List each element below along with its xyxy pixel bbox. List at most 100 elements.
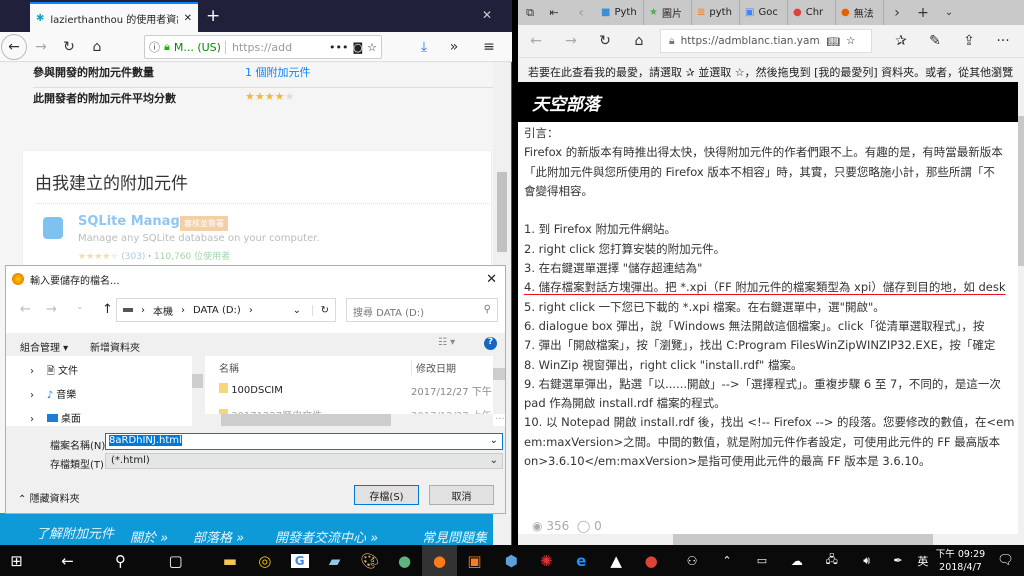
favorite-star-icon[interactable]: ☆ (846, 35, 855, 47)
ime-indicator[interactable]: 英 (912, 545, 934, 576)
footer-link[interactable]: 開發者交流中心 » (275, 527, 378, 546)
addon-count-link[interactable]: 1 個附加元件 (245, 64, 311, 80)
breadcrumb-item[interactable]: DATA (D:) (193, 305, 241, 316)
show-hidden-icons[interactable]: ⌃ (710, 545, 745, 576)
site-logo[interactable]: 天空部落 (532, 90, 600, 115)
virtualbox-icon[interactable]: ⬢ (494, 545, 529, 576)
scroll-right-icon[interactable]: › (884, 5, 910, 21)
battery-icon[interactable]: ▭ (744, 545, 779, 576)
firefox-taskbar-icon[interactable]: ● (422, 545, 457, 576)
organize-button[interactable]: 組合管理 ▾ (20, 339, 68, 354)
addon-name-link[interactable]: SQLite Manager (78, 214, 195, 229)
forward-icon[interactable]: → (46, 302, 57, 317)
chevron-down-icon[interactable]: ⌄ (293, 305, 301, 316)
edge-tab[interactable]: ≣ pyth (692, 0, 740, 25)
close-icon[interactable]: ✕ (486, 272, 497, 287)
firefox-tab[interactable]: ✱ lazierthanthou 的使用者資訊 ✕ (30, 2, 198, 32)
more-icon[interactable]: ··· (986, 33, 1020, 49)
favorites-hub-icon[interactable]: ✰ (884, 33, 918, 49)
page-actions-icon[interactable]: ••• (329, 41, 348, 54)
notepad-icon[interactable]: ▰ (317, 545, 352, 576)
tree-item[interactable]: › 桌面 (30, 410, 81, 425)
back-icon[interactable]: ← (20, 302, 31, 317)
refresh-icon[interactable]: ↻ (588, 33, 622, 49)
edge-tab[interactable]: ■ Pyth (596, 0, 644, 25)
xampp-icon[interactable]: ▣ (457, 545, 492, 576)
reload-icon[interactable]: ↻ (55, 39, 83, 55)
media-player-icon[interactable]: ◎ (247, 545, 282, 576)
tab-preview-icon[interactable]: ⌄ (936, 7, 962, 18)
pocket-icon[interactable]: ◙ (352, 41, 363, 54)
network-tool-icon[interactable]: ✺ (529, 545, 564, 576)
new-tab-icon[interactable]: + (910, 5, 936, 21)
scrollbar-thumb[interactable] (497, 172, 507, 252)
help-icon[interactable]: ? (484, 337, 497, 350)
edge-tab[interactable]: ● 無法 (836, 0, 884, 25)
reading-view-icon[interactable]: 📖︎ (827, 35, 840, 48)
chevron-down-icon[interactable]: ⌄ (490, 435, 498, 446)
start-windows-icon[interactable]: ⊞ (0, 545, 33, 576)
recent-dropdown-icon[interactable]: ⌄ (76, 302, 84, 312)
edge-tab[interactable]: ▣ Goc (740, 0, 788, 25)
back-icon[interactable]: ← (1, 33, 27, 60)
edge-horizontal-scrollbar[interactable] (518, 534, 1018, 545)
bookmark-star-icon[interactable]: ☆ (367, 41, 377, 54)
overflow-icon[interactable]: » (440, 39, 468, 55)
set-aside-icon[interactable]: ⧉ (518, 6, 542, 20)
column-name[interactable]: 名稱 (219, 360, 239, 375)
footer-link[interactable]: 常見問題集 (422, 527, 487, 546)
photos-icon[interactable]: ▲ (599, 545, 634, 576)
list-scrollbar[interactable] (493, 356, 505, 414)
close-tab-icon[interactable]: ✕ (184, 13, 192, 24)
review-count[interactable]: (303) (121, 252, 145, 262)
url-bar[interactable]: ⓘ 🔒︎ M... (US) https://add ••• ◙ ☆ (144, 35, 382, 59)
filetype-select[interactable]: (*.html) ⌄ (105, 453, 503, 469)
filename-input[interactable]: 8aRDhINJ.html ⌄ (105, 433, 503, 450)
people-icon[interactable]: ⚇ (675, 545, 710, 576)
back-icon[interactable]: ← (518, 33, 554, 49)
view-options-icon[interactable]: ☷ ▾ (438, 337, 455, 348)
file-explorer-icon[interactable]: ▬ (212, 545, 247, 576)
hide-folders-toggle[interactable]: ⌃ 隱藏資料夾 (18, 490, 80, 505)
comment-count[interactable]: 0 (594, 519, 602, 533)
forward-icon[interactable]: → (554, 33, 588, 49)
paint-icon[interactable]: 🎨︎ (352, 545, 387, 576)
address-breadcrumb[interactable]: › 本機 › DATA (D:) › ↻ ⌄ (116, 298, 336, 322)
info-icon[interactable]: ⓘ (149, 39, 160, 55)
edge-tab[interactable]: ● Chr (788, 0, 836, 25)
scroll-left-icon[interactable]: ‹ (566, 5, 596, 21)
share-icon[interactable]: ⇪ (952, 33, 986, 49)
file-row[interactable]: 100DSCIM 2017/12/27 下午 ... (219, 383, 505, 398)
column-date[interactable]: 修改日期 (411, 360, 456, 375)
url-text[interactable]: https://add (224, 40, 295, 54)
download-icon[interactable]: ⤓ (410, 39, 438, 55)
search-input[interactable]: 搜尋 DATA (D:) ⚲ (346, 298, 498, 322)
search-icon[interactable]: ⚲ (102, 545, 139, 576)
breadcrumb-item[interactable]: 本機 (153, 303, 173, 318)
menu-icon[interactable]: ≡ (475, 39, 503, 55)
home-icon[interactable]: ⌂ (622, 33, 656, 49)
tree-item[interactable]: › 🗎 文件 (30, 362, 78, 381)
tree-scrollbar[interactable] (192, 356, 203, 426)
new-tab-button[interactable]: + (206, 6, 220, 26)
clock[interactable]: 下午 09:29 2018/4/7 (934, 548, 987, 574)
edge-tab[interactable]: ★ 圖片 (644, 0, 692, 25)
web-note-icon[interactable]: ✎ (918, 33, 952, 49)
onedrive-icon[interactable]: ☁ (779, 545, 814, 576)
save-button[interactable]: 存檔(S) (354, 485, 419, 505)
google-icon[interactable]: G (282, 545, 317, 576)
action-center-icon[interactable]: 🗨︎ (987, 545, 1024, 576)
close-window-icon[interactable]: ✕ (482, 8, 492, 22)
pen-icon[interactable]: ✒ (884, 545, 912, 576)
back-icon[interactable]: ← (33, 545, 102, 576)
home-icon[interactable]: ⌂ (83, 39, 111, 55)
refresh-icon[interactable]: ↻ (311, 304, 329, 316)
cancel-button[interactable]: 取消 (429, 485, 494, 505)
chrome-icon[interactable]: ● (634, 545, 669, 576)
new-folder-button[interactable]: 新增資料夾 (90, 339, 140, 354)
edge-icon[interactable]: e (564, 545, 599, 576)
forward-icon[interactable]: → (27, 39, 55, 55)
task-view-icon[interactable]: ▢ (139, 545, 213, 576)
atom-icon[interactable]: ● (387, 545, 422, 576)
address-bar[interactable]: 🔒︎ https://admblanc.tian.yam.c 📖︎ ☆ (660, 29, 872, 53)
